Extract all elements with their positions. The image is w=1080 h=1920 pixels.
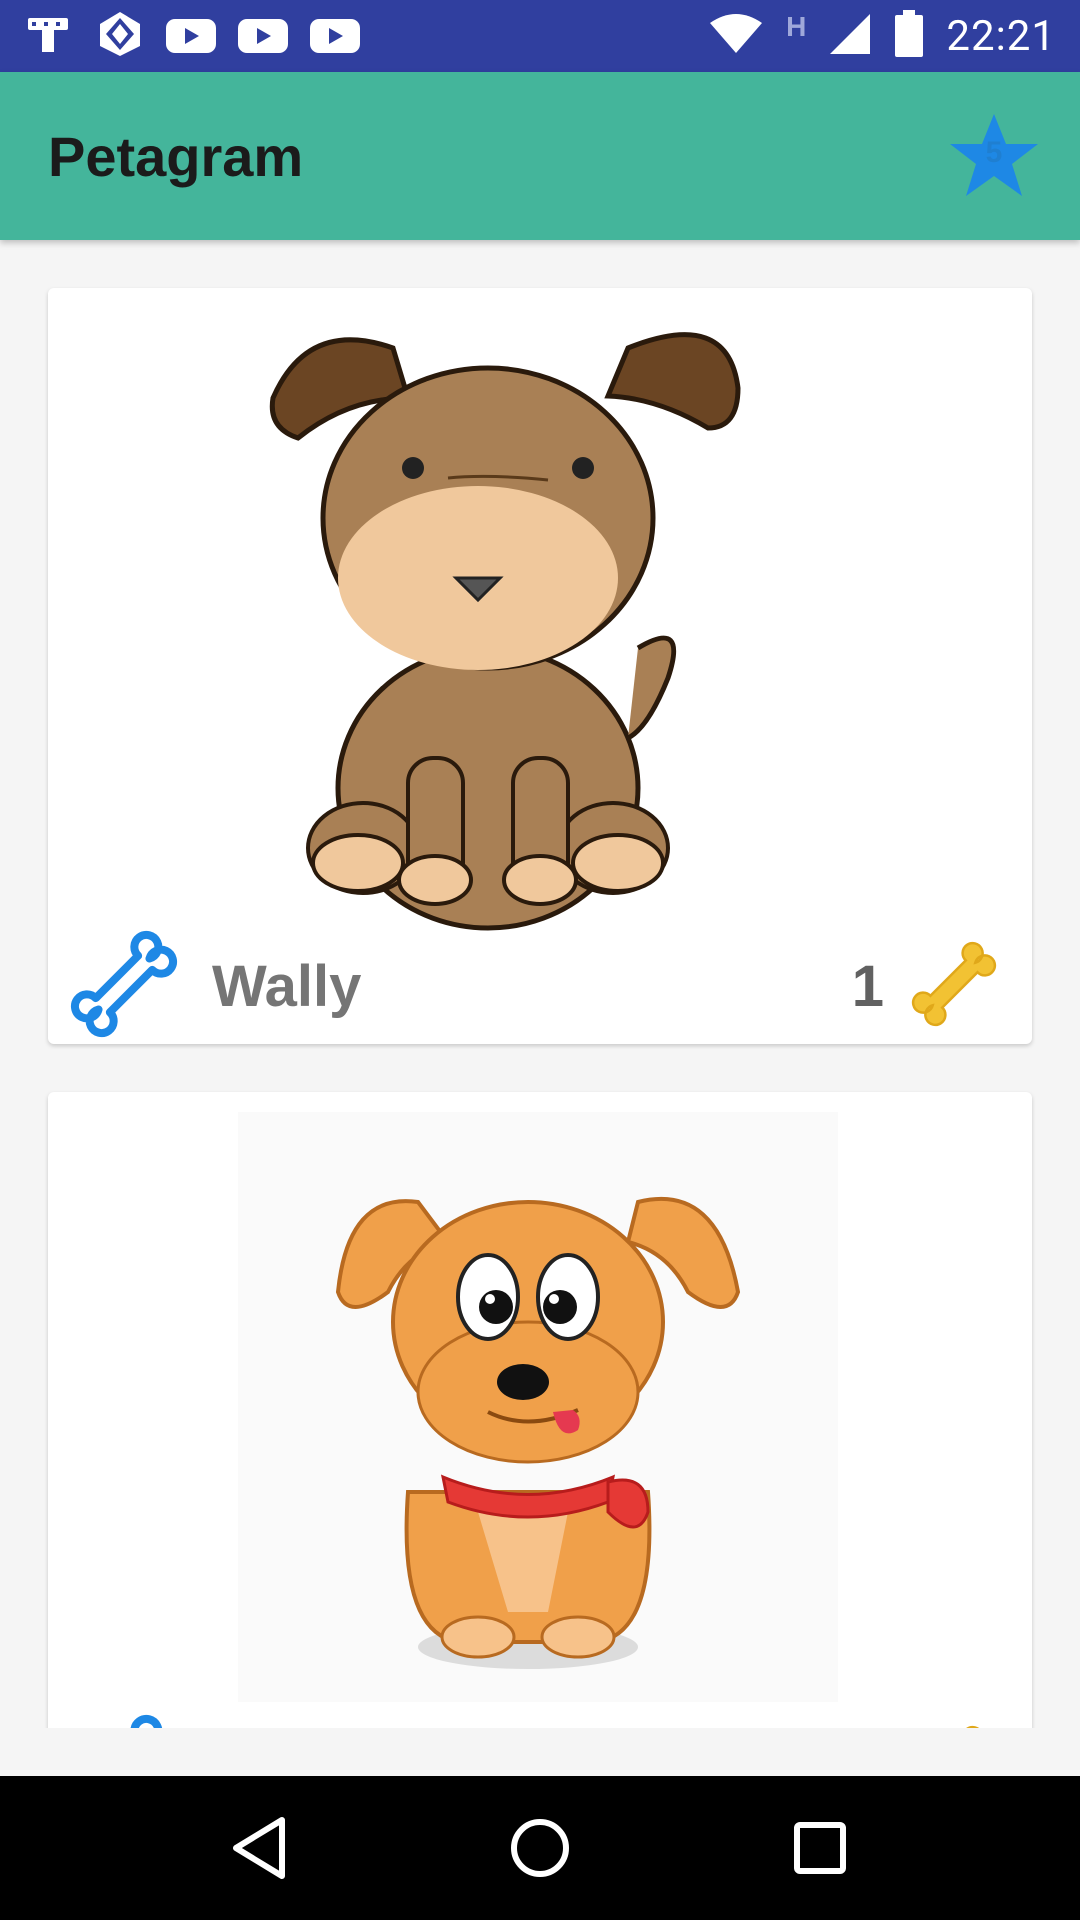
status-bar: H 22:21 bbox=[0, 0, 1080, 72]
back-icon bbox=[233, 1817, 285, 1879]
signal-icon bbox=[828, 12, 872, 61]
youtube-icon bbox=[310, 19, 360, 53]
app-bar: Petagram 5 bbox=[0, 72, 1080, 240]
youtube-icon bbox=[238, 19, 288, 53]
pet-photo bbox=[248, 298, 788, 931]
pet-card bbox=[48, 1092, 1032, 1728]
favorites-button[interactable]: 5 bbox=[948, 110, 1040, 202]
status-system: H 22:21 bbox=[708, 9, 1056, 63]
pet-card-footer bbox=[48, 1712, 1032, 1728]
home-icon bbox=[511, 1819, 569, 1877]
wifi-icon bbox=[708, 13, 764, 60]
home-button[interactable] bbox=[495, 1803, 585, 1893]
launcher-icon bbox=[24, 12, 74, 61]
rating-bone-icon bbox=[904, 934, 1004, 1039]
back-button[interactable] bbox=[215, 1803, 305, 1893]
recents-button[interactable] bbox=[775, 1803, 865, 1893]
status-notifications bbox=[24, 10, 360, 63]
pet-rating: 1 bbox=[851, 953, 884, 1019]
recents-icon bbox=[794, 1822, 846, 1874]
pet-photo bbox=[238, 1112, 838, 1702]
like-bone-icon[interactable] bbox=[64, 924, 184, 1049]
favorites-count: 5 bbox=[985, 136, 1003, 169]
rating-bone-icon bbox=[904, 1718, 1004, 1728]
like-bone-icon[interactable] bbox=[64, 1708, 184, 1728]
pet-list[interactable]: Wally 1 bbox=[0, 240, 1080, 1728]
network-type: H bbox=[786, 11, 807, 42]
youtube-icon bbox=[166, 19, 216, 53]
battery-icon bbox=[894, 9, 924, 63]
pet-name: Wally bbox=[212, 953, 362, 1019]
navigation-bar bbox=[0, 1776, 1080, 1920]
app-title: Petagram bbox=[48, 124, 304, 188]
pet-card: Wally 1 bbox=[48, 288, 1032, 1044]
app-icon bbox=[96, 10, 144, 63]
status-time: 22:21 bbox=[946, 11, 1056, 61]
pet-card-footer: Wally 1 bbox=[48, 928, 1032, 1044]
